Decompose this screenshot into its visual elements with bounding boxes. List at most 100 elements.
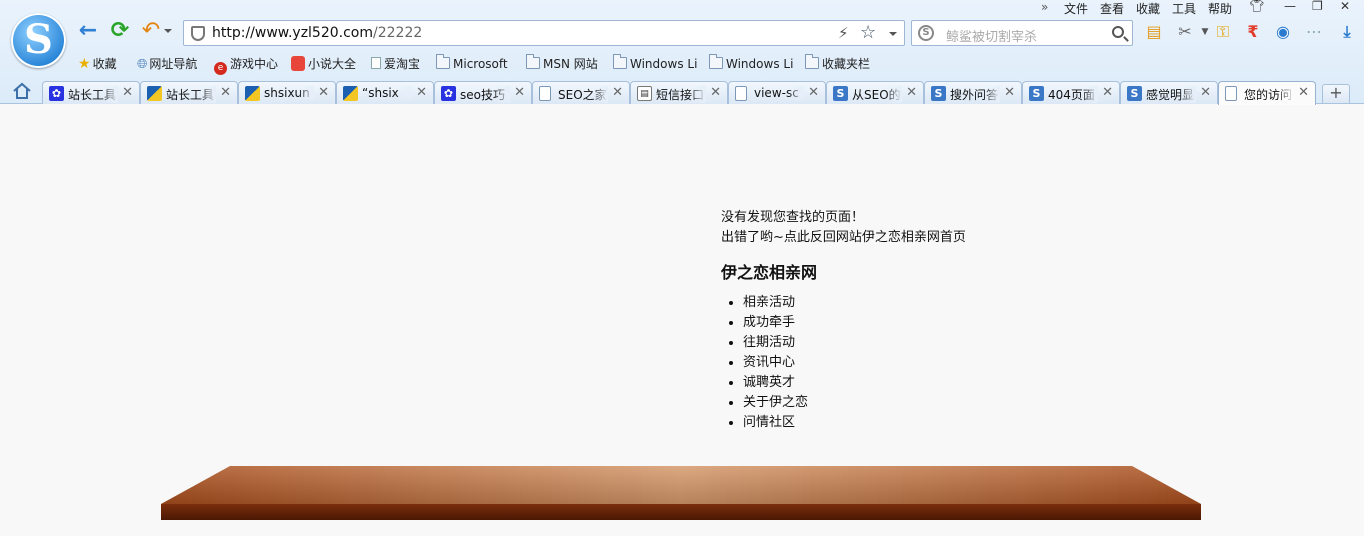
page-icon — [735, 86, 747, 101]
nav-item-past[interactable]: 往期活动 — [743, 333, 1121, 353]
tab-title: 搜外问答 — [950, 86, 1000, 103]
game-center-icon: e — [214, 62, 227, 75]
skin-shirt-icon[interactable]: 👕︎ — [1249, 0, 1264, 13]
bookmark-nav[interactable]: 🌐︎ 网址导航 — [137, 55, 197, 73]
menu-help[interactable]: 帮助 — [1208, 0, 1232, 17]
folder-icon — [436, 54, 450, 69]
browser-tab[interactable]: 站长工具 ✕ — [140, 81, 238, 104]
phone-sync-icon[interactable]: ▤ — [1143, 20, 1165, 44]
browser-tab[interactable]: ✿ 站长工具 ✕ — [42, 81, 140, 104]
sogou-icon: S — [1127, 86, 1142, 101]
bookmark-games[interactable]: e 游戏中心 — [214, 55, 278, 75]
chinaz-icon — [147, 86, 162, 101]
folder-icon — [613, 54, 627, 69]
browser-tab[interactable]: S 404页面 ✕ — [1022, 81, 1120, 104]
new-tab-button[interactable]: + — [1322, 84, 1350, 103]
browser-tab[interactable]: S 搜外问答 ✕ — [924, 81, 1022, 104]
address-bar[interactable]: http://www.yzl520.com/22222 ⚡︎ ☆ — [183, 20, 905, 46]
browser-tab[interactable]: 您的访问 ✕ — [1218, 81, 1316, 105]
scissors-icon[interactable]: ✂ — [1174, 20, 1196, 44]
menu-overflow-icon[interactable]: » — [1041, 0, 1048, 14]
tab-close-icon[interactable]: ✕ — [220, 85, 231, 100]
bookmark-folder-windows-live-2[interactable]: Windows Li — [709, 54, 793, 73]
tab-close-icon[interactable]: ✕ — [808, 85, 819, 100]
nav-item-news[interactable]: 资讯中心 — [743, 353, 1121, 373]
bookmark-folder-microsoft[interactable]: Microsoft — [436, 54, 508, 73]
browser-tab[interactable]: view-sc ✕ — [728, 81, 826, 104]
bookmark-folder-windows-live-1[interactable]: Windows Li — [613, 54, 697, 73]
nav-item-about[interactable]: 关于伊之恋 — [743, 393, 1121, 413]
bookmark-star-icon[interactable]: ☆ — [860, 22, 876, 43]
back-home-link[interactable]: 出错了哟~点此反回网站伊之恋相亲网首页 — [721, 228, 1121, 248]
refresh-icon[interactable]: ⟳ — [108, 20, 132, 44]
back-arrow-icon[interactable]: ← — [76, 20, 100, 44]
address-dropdown-icon[interactable] — [889, 32, 897, 36]
browser-chrome: S ← ⟳ ↶ http://www.yzl520.com/22222 ⚡︎ ☆… — [0, 0, 1364, 105]
close-window-icon[interactable]: ✕ — [1340, 0, 1350, 13]
nav-item-community[interactable]: 问情社区 — [743, 413, 1121, 433]
folder-icon — [805, 54, 819, 69]
baidu-icon: ✿ — [49, 86, 64, 101]
browser-tab[interactable]: “shsix ✕ — [336, 81, 434, 104]
chinaz-icon — [343, 86, 358, 101]
undo-dropdown-icon[interactable] — [164, 29, 172, 33]
tab-close-icon[interactable]: ✕ — [416, 85, 427, 100]
download-icon[interactable]: ⤓ — [1336, 20, 1358, 44]
minimize-icon[interactable]: — — [1284, 0, 1296, 13]
sogou-icon: S — [931, 86, 946, 101]
restore-icon[interactable]: ❐ — [1312, 0, 1323, 13]
browser-tab[interactable]: S 从SEO的 ✕ — [826, 81, 924, 104]
speed-mode-icon[interactable]: ⚡︎ — [838, 24, 849, 42]
search-icon[interactable] — [1112, 26, 1124, 38]
nav-item-activities[interactable]: 相亲活动 — [743, 293, 1121, 313]
tab-title: SEO之家 — [558, 86, 608, 103]
bookmark-folder-favorites-bar[interactable]: 收藏夹栏 — [805, 54, 870, 73]
tab-close-icon[interactable]: ✕ — [1004, 85, 1015, 100]
nav-item-success[interactable]: 成功牵手 — [743, 313, 1121, 333]
key-icon[interactable]: ⚿ — [1212, 20, 1234, 44]
tab-close-icon[interactable]: ✕ — [318, 85, 329, 100]
browser-tab[interactable]: S 感觉明显 ✕ — [1120, 81, 1218, 104]
menu-tools[interactable]: 工具 — [1172, 0, 1196, 17]
logo-s-glyph: S — [24, 16, 53, 63]
browser-tab[interactable]: ✿ seo技巧 ✕ — [434, 81, 532, 104]
tab-close-icon[interactable]: ✕ — [1298, 85, 1309, 100]
star-icon: ★ — [78, 56, 91, 72]
baidu-icon: ✿ — [441, 86, 456, 101]
browser-tab[interactable]: SEO之家 ✕ — [532, 81, 630, 104]
nav-item-jobs[interactable]: 诚聘英才 — [743, 373, 1121, 393]
browser-tab[interactable]: shsixun ✕ — [238, 81, 336, 104]
security-shield-icon — [191, 26, 205, 41]
ad-filter-icon[interactable]: ₹ — [1242, 20, 1264, 44]
tab-close-icon[interactable]: ✕ — [122, 85, 133, 100]
undo-close-icon[interactable]: ↶ — [139, 20, 163, 44]
tab-close-icon[interactable]: ✕ — [612, 85, 623, 100]
globe-icon: 🌐︎ — [137, 57, 148, 72]
bookmark-favorites[interactable]: ★ 收藏 — [78, 55, 117, 73]
page-icon — [539, 86, 551, 101]
search-engine-icon[interactable]: S — [918, 25, 934, 41]
browser-tab[interactable]: ▤ 短信接口 ✕ — [630, 81, 728, 104]
more-options-icon[interactable]: ⋯ — [1303, 20, 1325, 44]
tab-title: 短信接口 — [656, 86, 706, 103]
menu-file[interactable]: 文件 — [1064, 0, 1088, 17]
tab-close-icon[interactable]: ✕ — [710, 85, 721, 100]
bookmark-novels[interactable]: 小说大全 — [291, 55, 356, 73]
translate-icon[interactable]: ◉ — [1272, 20, 1294, 44]
sogou-browser-logo[interactable]: S — [11, 13, 66, 68]
search-placeholder: 鲸鲨被切割宰杀 — [946, 30, 1038, 45]
tab-close-icon[interactable]: ✕ — [514, 85, 525, 100]
home-icon[interactable] — [12, 82, 32, 100]
bookmark-folder-msn[interactable]: MSN 网站 — [526, 54, 598, 73]
url-text[interactable]: http://www.yzl520.com/22222 — [212, 25, 422, 41]
tab-close-icon[interactable]: ✕ — [1200, 85, 1211, 100]
tab-close-icon[interactable]: ✕ — [906, 85, 917, 100]
menu-favorites[interactable]: 收藏 — [1136, 0, 1160, 17]
tab-title: view-sc — [754, 86, 804, 100]
tab-close-icon[interactable]: ✕ — [1102, 85, 1113, 100]
menu-view[interactable]: 查看 — [1100, 0, 1124, 17]
search-box[interactable]: S 鲸鲨被切割宰杀 — [911, 20, 1133, 46]
folder-icon — [709, 54, 723, 69]
bookmark-taobao[interactable]: 爱淘宝 — [371, 55, 420, 73]
chinaz-icon — [245, 86, 260, 101]
